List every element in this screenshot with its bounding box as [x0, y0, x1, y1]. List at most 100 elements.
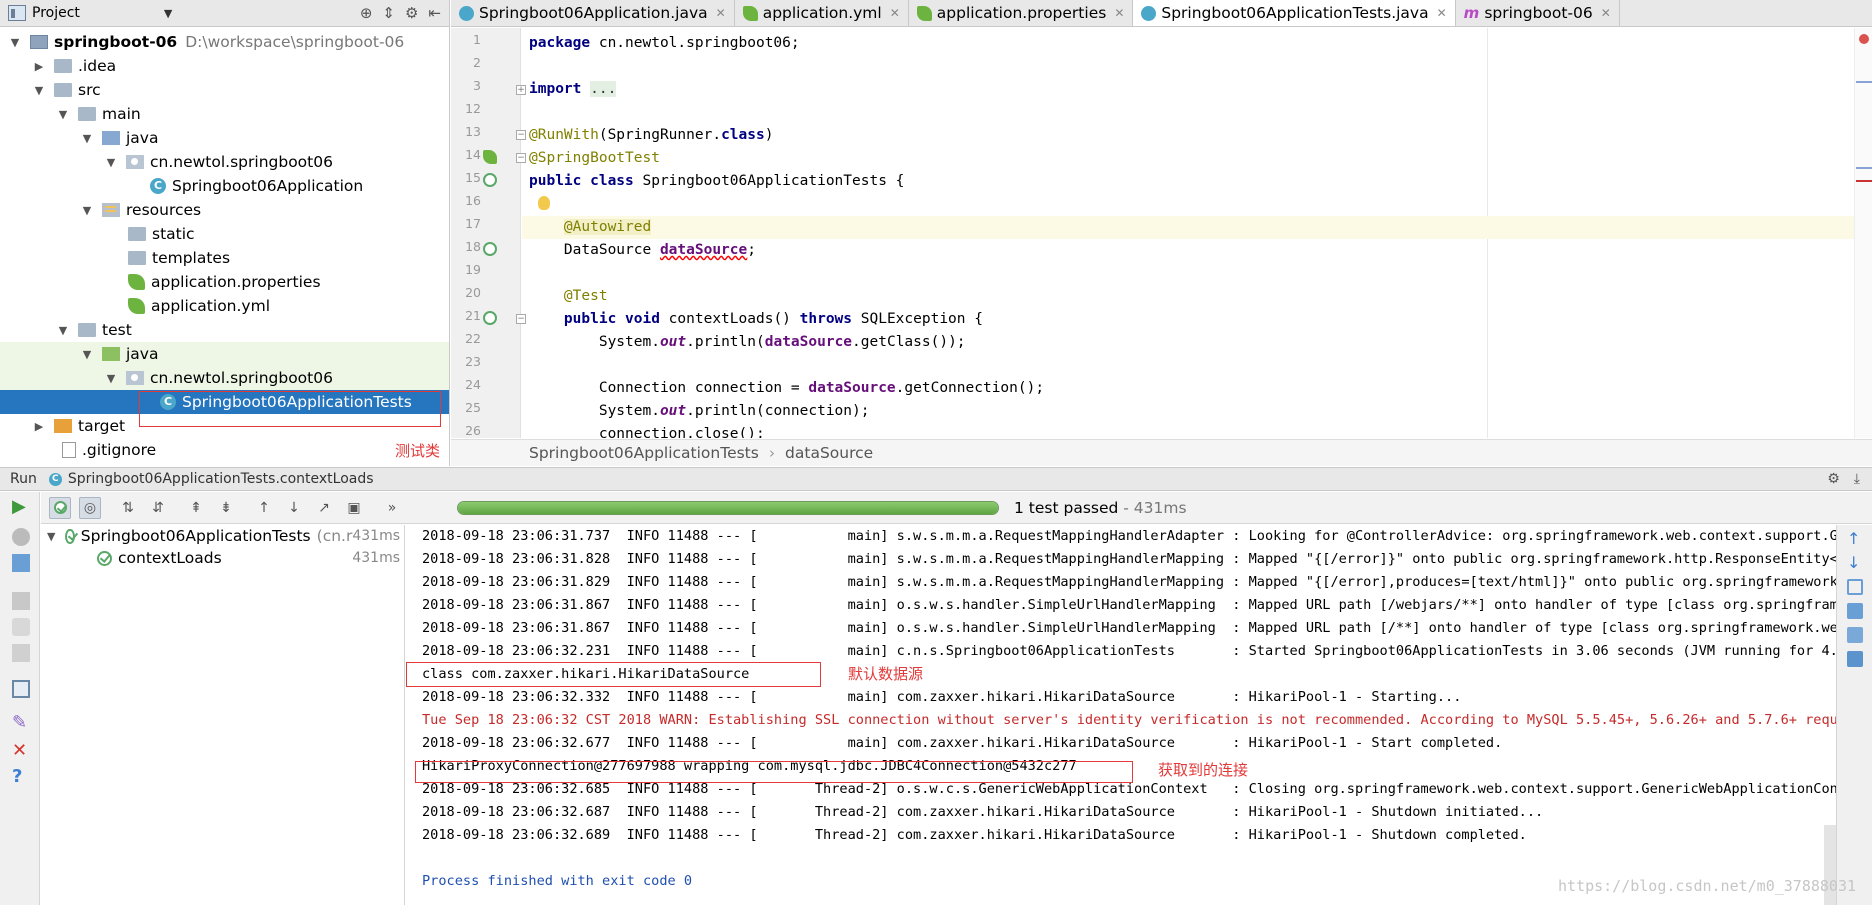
stripe-marker[interactable] [1856, 167, 1872, 169]
stop-icon[interactable] [12, 592, 30, 610]
chevron-down-icon[interactable]: ▼ [56, 108, 70, 121]
scroll-up-icon[interactable]: ↑ [1847, 531, 1863, 547]
tree-node-test-package[interactable]: ▼ cn.newtol.springboot06 [0, 366, 449, 390]
tree-node-resources[interactable]: ▼ resources [0, 198, 449, 222]
tree-node-templates[interactable]: templates [0, 246, 449, 270]
chevron-down-icon[interactable]: ▼ [164, 7, 172, 20]
camera-icon[interactable] [12, 618, 30, 636]
sort-alphabetically-icon[interactable]: ⇅ [117, 497, 139, 519]
chevron-down-icon[interactable]: ▼ [56, 324, 70, 337]
print-icon[interactable] [1847, 627, 1863, 643]
chevron-down-icon[interactable]: ▼ [80, 204, 94, 217]
previous-failed-icon[interactable]: ↑ [253, 497, 275, 519]
tree-node-test-java[interactable]: ▼ java [0, 342, 449, 366]
close-icon[interactable]: ✕ [1114, 6, 1124, 20]
tree-node-static[interactable]: static [0, 222, 449, 246]
collapse-all-icon[interactable]: ⇕ [382, 4, 395, 22]
run-test-class-icon[interactable] [483, 173, 497, 187]
gear-icon[interactable]: ⚙ [405, 4, 418, 22]
close-icon[interactable]: ✕ [890, 6, 900, 20]
rerun-failed-icon[interactable] [12, 528, 30, 546]
close-icon[interactable]: ✕ [1437, 6, 1447, 20]
tree-node-main[interactable]: ▼ main [0, 102, 449, 126]
next-failed-icon[interactable]: ↓ [283, 497, 305, 519]
tree-node-main-package[interactable]: ▼ cn.newtol.springboot06 [0, 150, 449, 174]
chevron-down-icon[interactable]: ▼ [8, 36, 22, 49]
run-test-method-icon[interactable] [483, 311, 497, 325]
export-results-icon[interactable]: ↗ [313, 497, 335, 519]
stripe-marker[interactable] [1856, 180, 1872, 182]
help-icon[interactable]: ? [12, 768, 30, 786]
project-title[interactable]: Project [32, 5, 80, 21]
chevron-down-icon[interactable]: ▼ [47, 530, 55, 543]
annotation-test-class: 测试类 [395, 442, 441, 460]
sort-by-duration-icon[interactable]: ⇵ [147, 497, 169, 519]
tab-application-properties[interactable]: application.properties ✕ [909, 0, 1134, 26]
scroll-to-end-icon[interactable] [1847, 603, 1863, 619]
chevron-right-icon[interactable]: ▶ [32, 60, 46, 73]
tab-springboot06application[interactable]: Springboot06Application.java ✕ [451, 0, 735, 26]
console-output[interactable]: 2018-09-18 23:06:31.737 INFO 11488 --- [… [406, 525, 1836, 905]
close-icon[interactable]: ✕ [12, 742, 30, 760]
minimize-icon[interactable]: ⤓ [1854, 471, 1860, 487]
tree-node-application-yml[interactable]: application.yml [0, 294, 449, 318]
breadcrumb-field[interactable]: dataSource [785, 444, 873, 462]
expand-all-icon[interactable]: ⇞ [185, 497, 207, 519]
gear-icon[interactable]: ⚙ [1827, 471, 1840, 487]
hide-panel-icon[interactable]: ⇤ [428, 4, 441, 22]
test-suite-row[interactable]: ▼ Springboot06ApplicationTests (cn.r 431m… [41, 525, 404, 547]
chevron-down-icon[interactable]: ▼ [32, 84, 46, 97]
tab-springboot06applicationtests[interactable]: Springboot06ApplicationTests.java ✕ [1133, 0, 1456, 26]
tree-node-application-properties[interactable]: application.properties [0, 270, 449, 294]
code-area[interactable]: package cn.newtol.springboot06; import .… [522, 28, 1862, 438]
exit-icon[interactable] [12, 644, 30, 662]
test-method-row[interactable]: contextLoads 431ms [41, 547, 404, 569]
annotation-default-datasource: 默认数据源 [848, 665, 924, 683]
tree-node-module[interactable]: ▼ springboot-06 D:\workspace\springboot-0… [0, 30, 449, 54]
stripe-marker[interactable] [1856, 81, 1872, 83]
tree-node-src[interactable]: ▼ src [0, 78, 449, 102]
run-config-name[interactable]: Springboot06ApplicationTests.contextLoad… [68, 471, 374, 487]
trash-icon[interactable] [1847, 651, 1863, 667]
rerun-icon[interactable]: ▶ [12, 498, 30, 516]
tab-springboot-06-pom[interactable]: m springboot-06 ✕ [1456, 0, 1620, 26]
chevron-down-icon[interactable]: ▼ [80, 132, 94, 145]
chevron-down-icon[interactable]: ▼ [104, 372, 118, 385]
layout-icon[interactable] [12, 680, 30, 698]
toggle-auto-test-icon[interactable] [12, 554, 30, 572]
folder-icon [128, 227, 146, 241]
java-class-icon [1141, 5, 1157, 21]
locate-icon[interactable]: ⊕ [360, 4, 373, 22]
collapse-all-icon[interactable]: ⇟ [215, 497, 237, 519]
more-actions-icon[interactable]: » [381, 497, 403, 519]
spring-bean-icon[interactable] [483, 150, 497, 164]
tree-node-test[interactable]: ▼ test [0, 318, 449, 342]
chevron-down-icon[interactable]: ▼ [80, 348, 94, 361]
tree-node-gitignore[interactable]: .gitignore [0, 438, 449, 462]
pin-icon[interactable]: ✎ [12, 714, 30, 732]
chevron-right-icon[interactable]: ▶ [32, 420, 46, 433]
tree-node-main-java[interactable]: ▼ java [0, 126, 449, 150]
import-results-icon[interactable]: ▣ [343, 497, 365, 519]
code-line-current: @Autowired [522, 216, 1862, 239]
close-icon[interactable]: ✕ [716, 6, 726, 20]
package-icon [126, 155, 144, 169]
scroll-down-icon[interactable]: ↓ [1847, 555, 1863, 571]
autowired-navigate-icon[interactable] [483, 242, 497, 256]
tree-node-application-class[interactable]: C Springboot06Application [0, 174, 449, 198]
show-ignored-icon[interactable]: ◎ [79, 496, 101, 519]
folder-icon [54, 83, 72, 97]
run-tool-title[interactable]: Run [10, 471, 37, 487]
project-panel: Project ▼ ⊕ ⇕ ⚙ ⇤ ▼ springboot-06 D:\work… [0, 0, 450, 466]
chevron-down-icon[interactable]: ▼ [104, 156, 118, 169]
show-passed-icon[interactable] [49, 496, 71, 519]
error-indicator-icon[interactable] [1859, 34, 1869, 44]
tree-node-idea[interactable]: ▶ .idea [0, 54, 449, 78]
code-line: System.out.println(dataSource.getClass()… [529, 334, 966, 350]
tab-application-yml[interactable]: application.yml ✕ [735, 0, 909, 26]
breadcrumb-class[interactable]: Springboot06ApplicationTests [529, 444, 759, 462]
soft-wrap-icon[interactable] [1847, 579, 1863, 595]
close-icon[interactable]: ✕ [1601, 6, 1611, 20]
test-runner-toolbar: ◎ ⇅ ⇵ ⇞ ⇟ ↑ ↓ ↗ ▣ » 1 test passed - 431m… [41, 492, 1872, 524]
lightbulb-icon[interactable] [538, 196, 550, 210]
